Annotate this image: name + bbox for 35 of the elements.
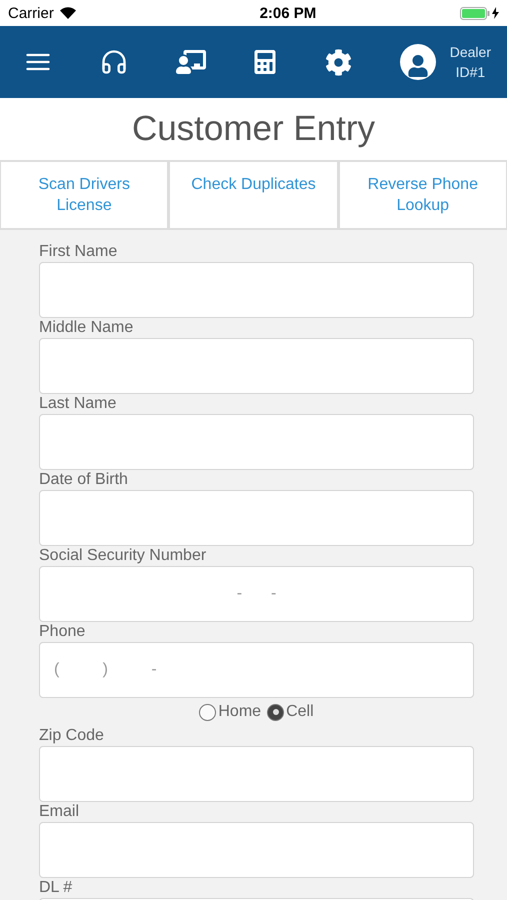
field-label: Zip Code	[39, 726, 105, 746]
field-label: Email	[39, 802, 80, 822]
page-title: Customer Entry	[0, 98, 507, 160]
input-field[interactable]	[39, 490, 474, 546]
field-label: DL #	[39, 878, 74, 898]
wifi-icon	[60, 7, 76, 19]
headset-icon[interactable]	[100, 48, 128, 76]
user-label: Dealer ID#1	[450, 43, 491, 82]
radio-button[interactable]	[199, 704, 216, 720]
battery-icon	[460, 6, 490, 20]
field-label: Last Name	[39, 394, 118, 414]
input-field[interactable]	[39, 262, 474, 318]
action-button[interactable]: Reverse Phone Lookup	[340, 162, 506, 228]
input-field[interactable]	[39, 338, 474, 394]
action-button[interactable]: Check Duplicates	[170, 162, 337, 228]
settings-icon[interactable]	[325, 48, 352, 76]
field-label: Phone	[39, 622, 86, 642]
action-button[interactable]: Scan Drivers License	[1, 162, 168, 228]
presenter-icon[interactable]	[176, 47, 206, 77]
input-field[interactable]	[39, 414, 474, 470]
clock: 2:06 PM	[260, 4, 316, 22]
input-field[interactable]: - -	[39, 566, 474, 622]
calculator-icon[interactable]	[253, 50, 278, 74]
carrier-label: Carrier	[8, 4, 54, 22]
input-field[interactable]	[39, 746, 474, 802]
field-label: Middle Name	[39, 318, 134, 338]
user-avatar-icon[interactable]	[400, 44, 436, 80]
radio-label: Home	[218, 703, 262, 721]
radio-label: Cell	[286, 703, 314, 721]
field-label: Social Security Number	[39, 546, 208, 566]
field-label: First Name	[39, 242, 118, 262]
input-field[interactable]	[39, 822, 474, 878]
radio-button[interactable]	[267, 704, 284, 720]
input-field[interactable]: ( ) -	[39, 642, 474, 698]
field-label: Date of Birth	[39, 470, 129, 490]
